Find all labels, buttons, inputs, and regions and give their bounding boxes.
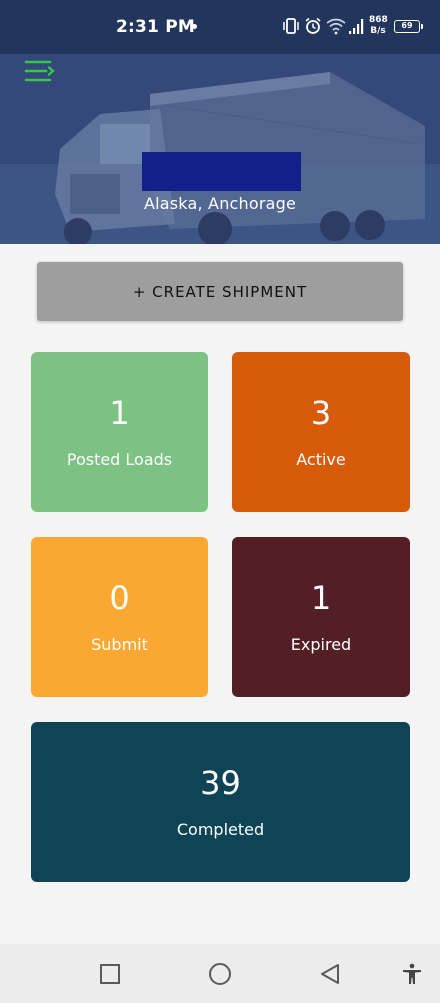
- network-speed: 868 B/s: [369, 15, 388, 37]
- network-speed-value: 868: [369, 15, 388, 25]
- completed-count: 39: [200, 764, 241, 802]
- status-bar: 2:31 PM 868 B/s 69: [0, 0, 440, 54]
- submit-count: 0: [109, 579, 130, 617]
- truck-background-image: [0, 54, 440, 244]
- vibrate-icon: [283, 18, 299, 34]
- posted-loads-card[interactable]: 1 Posted Loads: [31, 352, 208, 512]
- create-shipment-button[interactable]: + CREATE SHIPMENT: [37, 262, 403, 321]
- active-card[interactable]: 3 Active: [232, 352, 410, 512]
- wifi-icon: [326, 18, 346, 35]
- recents-icon[interactable]: [98, 962, 122, 986]
- completed-label: Completed: [176, 820, 265, 839]
- menu-icon[interactable]: [24, 58, 56, 84]
- alarm-icon: [305, 17, 321, 34]
- home-icon[interactable]: [208, 962, 232, 986]
- signal-icon: [349, 19, 364, 34]
- network-speed-unit: B/s: [370, 26, 386, 36]
- active-count: 3: [310, 394, 332, 432]
- expired-label: Expired: [290, 635, 352, 654]
- location-label: Alaska, Anchorage: [143, 194, 297, 213]
- system-nav-bar: [0, 944, 440, 1003]
- completed-card[interactable]: 39 Completed: [31, 722, 410, 882]
- submit-label: Submit: [91, 635, 148, 654]
- posted-loads-count: 1: [109, 394, 130, 432]
- user-name-redacted: [142, 152, 301, 191]
- battery-level: 69: [401, 21, 413, 30]
- expired-card[interactable]: 1 Expired: [232, 537, 410, 697]
- submit-card[interactable]: 0 Submit: [31, 537, 208, 697]
- notification-dot-icon: [192, 24, 197, 29]
- battery-icon: 69: [394, 20, 423, 33]
- posted-loads-label: Posted Loads: [66, 450, 173, 469]
- expired-count: 1: [310, 579, 332, 617]
- profile-header: Alaska, Anchorage: [0, 54, 440, 244]
- back-icon[interactable]: [318, 962, 342, 986]
- accessibility-icon[interactable]: [400, 962, 424, 986]
- active-label: Active: [296, 450, 346, 469]
- status-time: 2:31 PM: [116, 17, 195, 37]
